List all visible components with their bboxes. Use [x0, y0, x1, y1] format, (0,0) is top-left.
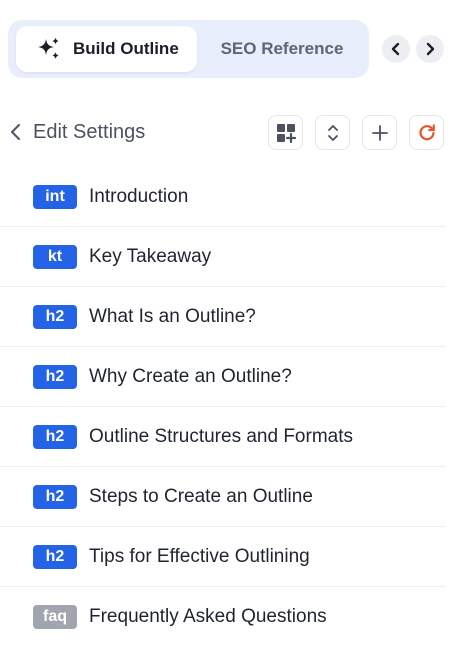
outline-item-title: Steps to Create an Outline: [89, 485, 313, 507]
chevron-right-icon: [426, 42, 435, 56]
outline-item[interactable]: h2 Outline Structures and Formats: [0, 407, 446, 467]
add-heading-button[interactable]: [362, 115, 397, 150]
grid-add-icon: [276, 123, 296, 143]
edit-settings-label: Edit Settings: [33, 120, 146, 143]
heading-tag: kt: [33, 244, 77, 269]
edit-settings-back-button[interactable]: Edit Settings: [8, 116, 145, 148]
outline-list: int Introduction kt Key Takeaway h2 What…: [0, 167, 446, 647]
chevron-left-icon: [11, 124, 20, 140]
expand-collapse-button[interactable]: [315, 115, 350, 150]
scroll-right-button[interactable]: [416, 35, 444, 63]
outline-panel: Build Outline SEO Reference Edit Setting…: [0, 0, 474, 659]
outline-item[interactable]: h2 Steps to Create an Outline: [0, 467, 446, 527]
heading-tag: faq: [33, 605, 77, 629]
outline-item[interactable]: faq Frequently Asked Questions: [0, 587, 446, 647]
refresh-icon: [418, 123, 435, 140]
outline-item-title: What Is an Outline?: [89, 305, 256, 327]
heading-tag: h2: [33, 544, 77, 569]
outline-item-title: Outline Structures and Formats: [89, 425, 353, 447]
sparkle-icon: [38, 37, 59, 59]
tab-build-outline[interactable]: Build Outline: [16, 26, 197, 72]
tab-bar: Build Outline SEO Reference: [8, 20, 369, 78]
add-section-grid-button[interactable]: [268, 115, 303, 150]
outline-item[interactable]: h2 Why Create an Outline?: [0, 347, 446, 407]
heading-tag: h2: [33, 304, 77, 329]
tab-build-outline-label: Build Outline: [73, 39, 179, 58]
outline-item[interactable]: h2 What Is an Outline?: [0, 287, 446, 347]
tab-seo-reference[interactable]: SEO Reference: [199, 26, 365, 72]
tab-seo-reference-label: SEO Reference: [220, 39, 344, 58]
outline-item-title: Frequently Asked Questions: [89, 606, 327, 627]
heading-tag: h2: [33, 364, 77, 389]
outline-item[interactable]: kt Key Takeaway: [0, 227, 446, 287]
outline-item-title: Key Takeaway: [89, 245, 212, 267]
heading-tag: h2: [33, 484, 77, 509]
plus-icon: [371, 124, 388, 141]
heading-tag: h2: [33, 424, 77, 449]
outline-item[interactable]: h2 Tips for Effective Outlining: [0, 527, 446, 587]
unfold-icon: [327, 124, 338, 141]
outline-item-title: Tips for Effective Outlining: [89, 545, 310, 567]
outline-item[interactable]: int Introduction: [0, 167, 446, 227]
scroll-left-button[interactable]: [382, 35, 410, 63]
chevron-left-icon: [391, 42, 400, 56]
outline-item-title: Introduction: [89, 185, 189, 207]
heading-tag: int: [33, 184, 77, 209]
regenerate-button[interactable]: [409, 115, 444, 150]
outline-item-title: Why Create an Outline?: [89, 365, 292, 387]
